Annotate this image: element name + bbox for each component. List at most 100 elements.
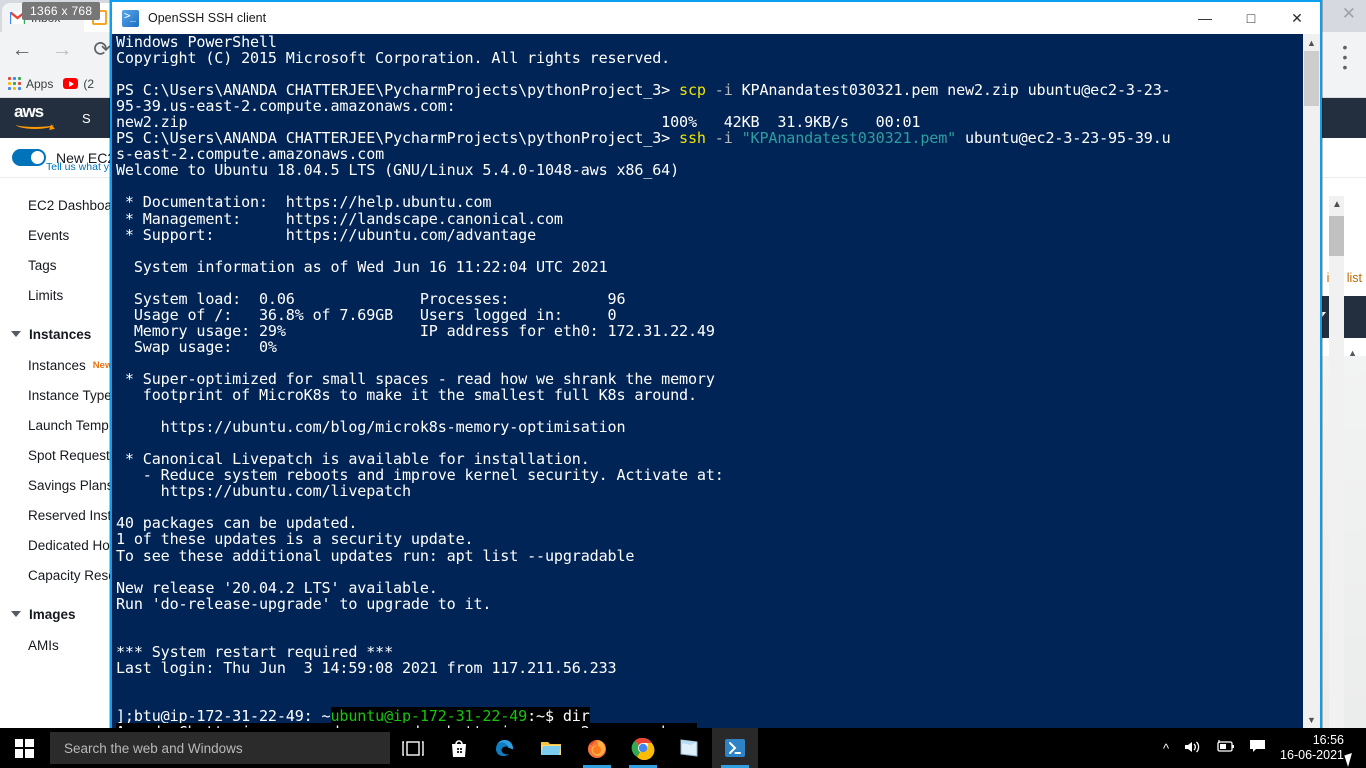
terminal-text: Last login: Thu Jun 3 14:59:08 2021 from… [116,658,617,677]
terminal-text: footprint of MicroK8s to make it the sma… [116,386,697,405]
close-button[interactable]: ✕ [1274,2,1320,34]
system-tray: ^ 16:56 16-06-2021 [1163,733,1366,763]
youtube-icon [63,78,79,89]
openssh-terminal-window[interactable]: OpenSSH SSH client — □ ✕ Windows PowerSh… [110,0,1322,730]
volume-icon[interactable] [1183,739,1201,758]
terminal-line: * Support: https://ubuntu.com/advantage [116,227,1291,243]
terminal-text: -i [714,81,733,100]
sidebar-label: Tags [28,257,57,273]
terminal-line: Swap usage: 0% [116,339,1291,355]
terminal-line: PS C:\Users\ANANDA CHATTERJEE\PycharmPro… [116,82,1291,98]
battery-icon[interactable] [1215,740,1235,756]
screen-dimension-badge: 1366 x 768 [22,2,101,20]
firefox-icon[interactable] [574,728,620,768]
minimize-button[interactable]: — [1182,2,1228,34]
sticky-notes-icon[interactable] [666,728,712,768]
terminal-title-bar[interactable]: OpenSSH SSH client — □ ✕ [112,2,1320,34]
chevron-down-icon [11,331,21,337]
kebab-menu-icon[interactable]: • • • [1340,40,1350,74]
terminal-scroll-up-arrow[interactable]: ▲ [1303,34,1320,51]
terminal-text: Welcome to Ubuntu 18.04.5 LTS (GNU/Linux… [116,161,680,180]
terminal-scrollbar-thumb[interactable] [1304,51,1319,106]
terminal-scroll-down-arrow[interactable]: ▼ [1303,711,1320,728]
sidebar-label: Instances [28,357,86,373]
aws-header-services-label[interactable]: S [82,111,91,126]
edge-icon[interactable] [482,728,528,768]
sidebar-label: Reserved Inst [28,507,112,523]
notification-icon[interactable] [1249,739,1266,757]
terminal-text: * Support: https://ubuntu.com/advantage [116,225,537,244]
terminal-line: PS C:\Users\ANANDA CHATTERJEE\PycharmPro… [116,130,1291,146]
search-input[interactable]: Search the web and Windows [50,732,390,764]
terminal-line: * Management: https://landscape.canonica… [116,210,1291,227]
terminal-line: s-east-2.compute.amazonaws.com [116,146,1291,162]
new-ec2-subtitle[interactable]: Tell us what y [46,161,109,173]
bookmark-youtube[interactable]: (2 [63,77,94,91]
sidebar-label: Dedicated Ho [28,537,110,553]
terminal-text: ssh [679,129,706,148]
terminal-line: * Super-optimized for small spaces - rea… [116,371,1291,387]
windows-logo-icon [14,738,34,758]
terminal-text: Copyright (C) 2015 Microsoft Corporation… [116,49,671,68]
scroll-up-arrow[interactable]: ▲ [1332,199,1342,210]
terminal-line: 95-39.us-east-2.compute.amazonaws.com: [116,98,1291,114]
aws-logo[interactable]: aws [14,102,60,131]
clock-date: 16-06-2021 [1280,748,1344,762]
terminal-scrollbar[interactable]: ▲ ▼ [1303,34,1320,728]
forward-button[interactable]: → [50,39,74,63]
terminal-line: - Reduce system reboots and improve kern… [116,467,1291,483]
sidebar-label: Events [28,227,70,243]
terminal-line: Copyright (C) 2015 Microsoft Corporation… [116,50,1291,66]
terminal-line: *** System restart required *** [116,644,1291,660]
back-button[interactable]: ← [10,39,34,63]
screen: Inbox D ← → ⟳ Apps (2 [0,0,1366,768]
page-scrollbar[interactable]: ▲ ▼ [1329,196,1344,768]
chevron-down-icon [11,611,21,617]
terminal-line: ];btu@ip-172-31-22-49: ~ubuntu@ip-172-31… [116,706,1291,725]
sidebar-label: Savings Plans [28,477,114,493]
bookmark-apps[interactable]: Apps [8,77,53,91]
aws-logo-text: aws [14,102,44,121]
terminal-text: To see these additional updates run: apt… [116,546,635,565]
terminal-text: https://ubuntu.com/livepatch [116,482,411,501]
start-button[interactable] [0,728,48,768]
maximize-button[interactable]: □ [1228,2,1274,34]
sidebar-label: EC2 Dashboa [28,197,113,213]
terminal-line: To see these additional updates run: apt… [116,546,1291,565]
sidebar-label: Launch Temp [28,417,109,433]
terminal-line: footprint of MicroK8s to make it the sma… [116,387,1291,403]
terminal-line: Windows PowerShell [116,34,1291,50]
terminal-line: https://ubuntu.com/livepatch [116,483,1291,499]
close-icon[interactable]: ✕ [1342,4,1356,24]
terminal-line: 1 of these updates is a security update. [116,531,1291,547]
file-explorer-icon[interactable] [528,728,574,768]
sidebar-label: Capacity Rese [28,567,116,583]
terminal-line: Last login: Thu Jun 3 14:59:08 2021 from… [116,660,1291,676]
bookmark-apps-label: Apps [26,76,54,91]
sidebar-label: Limits [28,287,64,303]
microsoft-store-icon[interactable] [436,728,482,768]
search-placeholder: Search the web and Windows [64,740,243,756]
new-ec2-toggle[interactable] [12,149,46,166]
terminal-text: Swap usage: 0% [116,337,277,356]
powershell-taskbar-icon[interactable] [712,728,758,768]
chrome-icon[interactable] [620,728,666,768]
terminal-line: New release '20.04.2 LTS' available. [116,580,1291,596]
terminal-text: "KPAnandatest030321.pem" [741,129,957,148]
terminal-line: System information as of Wed Jun 16 11:2… [116,259,1291,275]
terminal-text: System information as of Wed Jun 16 11:2… [116,257,608,276]
tray-chevron-icon[interactable]: ^ [1163,741,1169,756]
task-view-icon[interactable] [390,728,436,768]
windows-taskbar: Search the web and Windows ^ 16:56 16-06… [0,728,1366,768]
sidebar-group-label: Images [29,606,76,622]
sidebar-group-label: Instances [29,326,92,342]
terminal-body[interactable]: Windows PowerShell Copyright (C) 2015 Mic… [112,34,1320,728]
page-scrollbar-thumb[interactable] [1329,216,1344,256]
